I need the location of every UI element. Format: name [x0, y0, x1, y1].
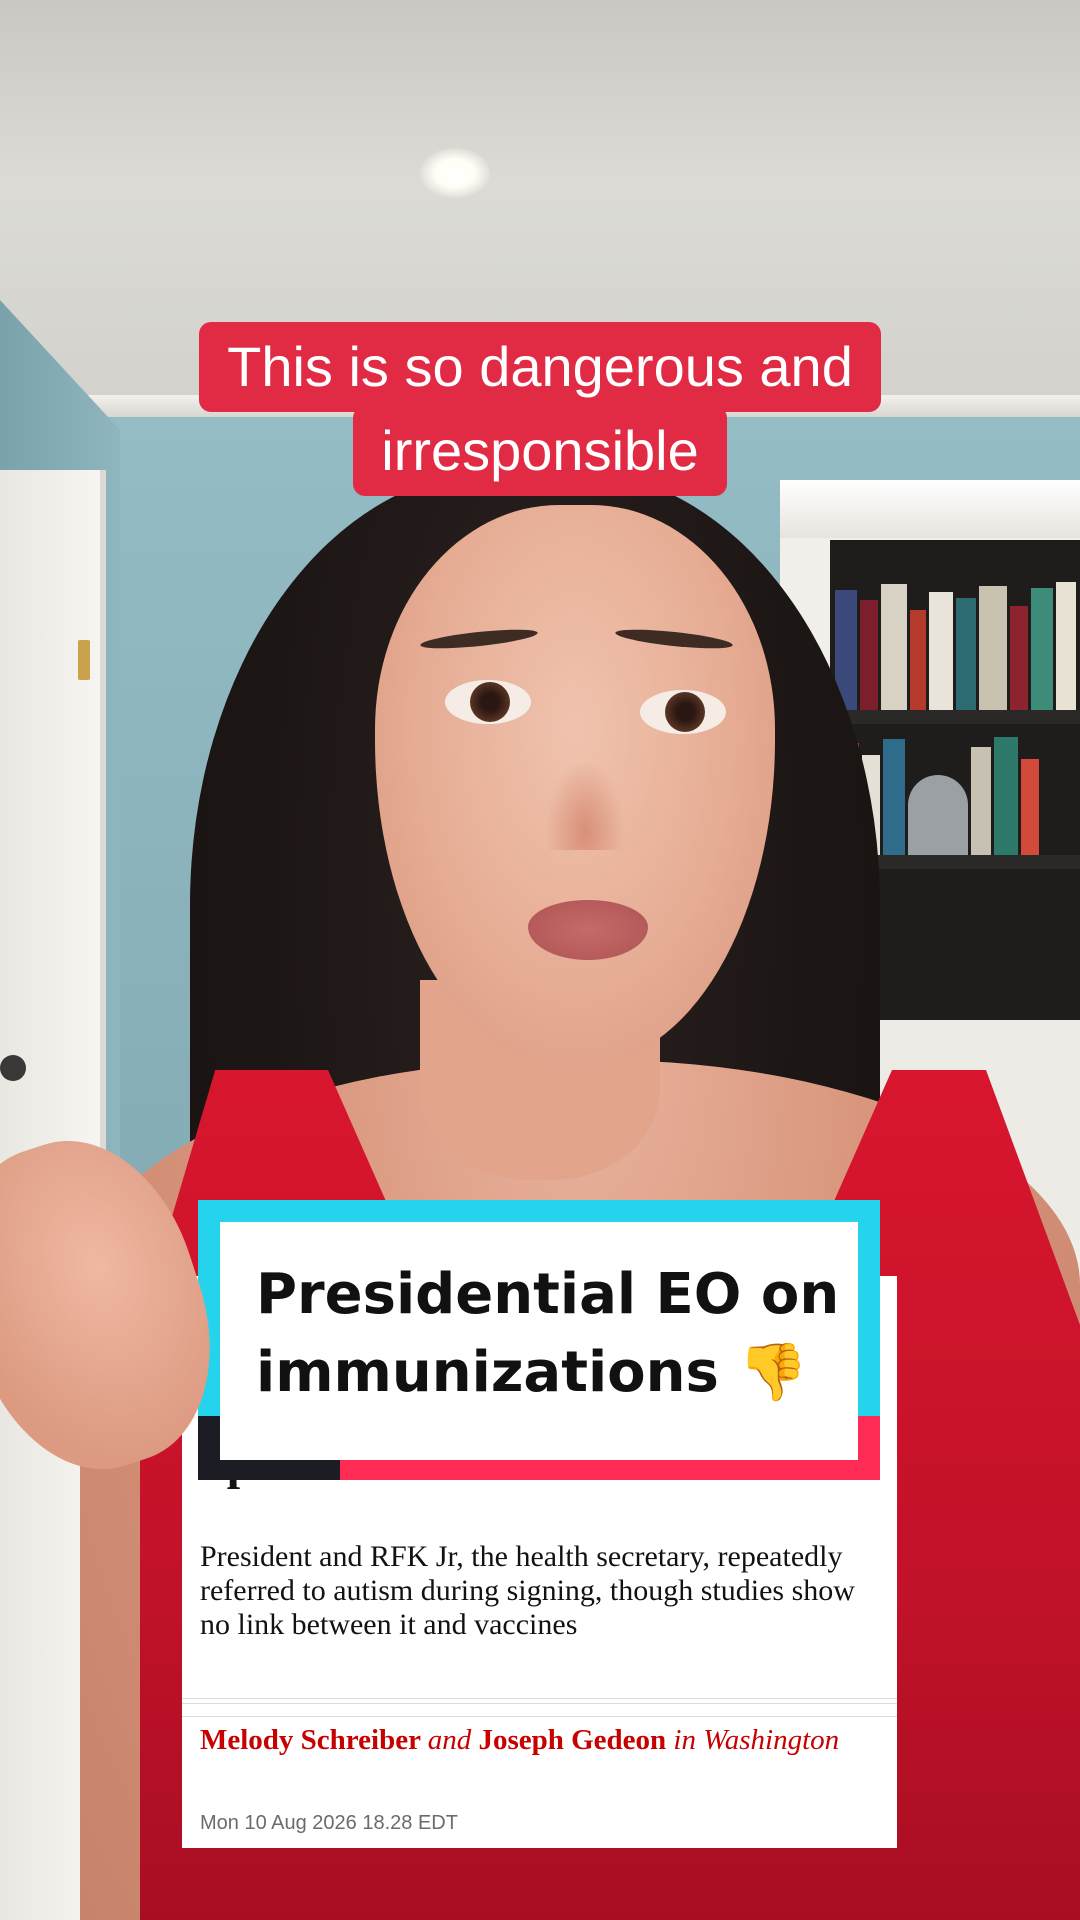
books-row-top: [835, 580, 1076, 710]
shelf-board: [830, 710, 1080, 724]
title-card-text: Presidential EO on immunizations 👎: [256, 1256, 856, 1412]
divider: [182, 1703, 897, 1704]
ceiling-light: [420, 148, 490, 198]
divider: [182, 1716, 897, 1717]
byline-author-2[interactable]: Joseph Gedeon: [478, 1724, 666, 1756]
article-standfirst: President and RFK Jr, the health secreta…: [200, 1540, 855, 1641]
title-card-line-1: Presidential EO on: [256, 1262, 840, 1327]
video-frame[interactable]: up MMR shots President and RFK Jr, the h…: [0, 0, 1080, 1920]
byline-connector: and: [427, 1724, 472, 1756]
article-byline: Melody Schreiber and Joseph Gedeon in Wa…: [200, 1722, 880, 1758]
door-knob: [0, 1055, 26, 1081]
nose: [545, 760, 625, 850]
byline-location: Washington: [703, 1724, 840, 1756]
byline-author-1[interactable]: Melody Schreiber: [200, 1724, 420, 1756]
door-hinge: [78, 640, 90, 680]
byline-location-prefix: in: [673, 1724, 696, 1756]
title-card-line-2-text: immunizations: [256, 1340, 719, 1405]
thumbs-down-icon: 👎: [738, 1340, 809, 1405]
article-dateline: Mon 10 Aug 2026 18.28 EDT: [200, 1812, 458, 1834]
title-card: Presidential EO on immunizations 👎: [198, 1200, 880, 1480]
caption-line-1: This is so dangerous and: [199, 322, 881, 412]
left-iris: [470, 682, 510, 722]
caption-line-2: irresponsible: [353, 406, 727, 496]
title-card-line-2: immunizations 👎: [256, 1334, 856, 1412]
divider: [182, 1698, 897, 1699]
video-caption: This is so dangerous and irresponsible: [0, 322, 1080, 496]
right-iris: [665, 692, 705, 732]
